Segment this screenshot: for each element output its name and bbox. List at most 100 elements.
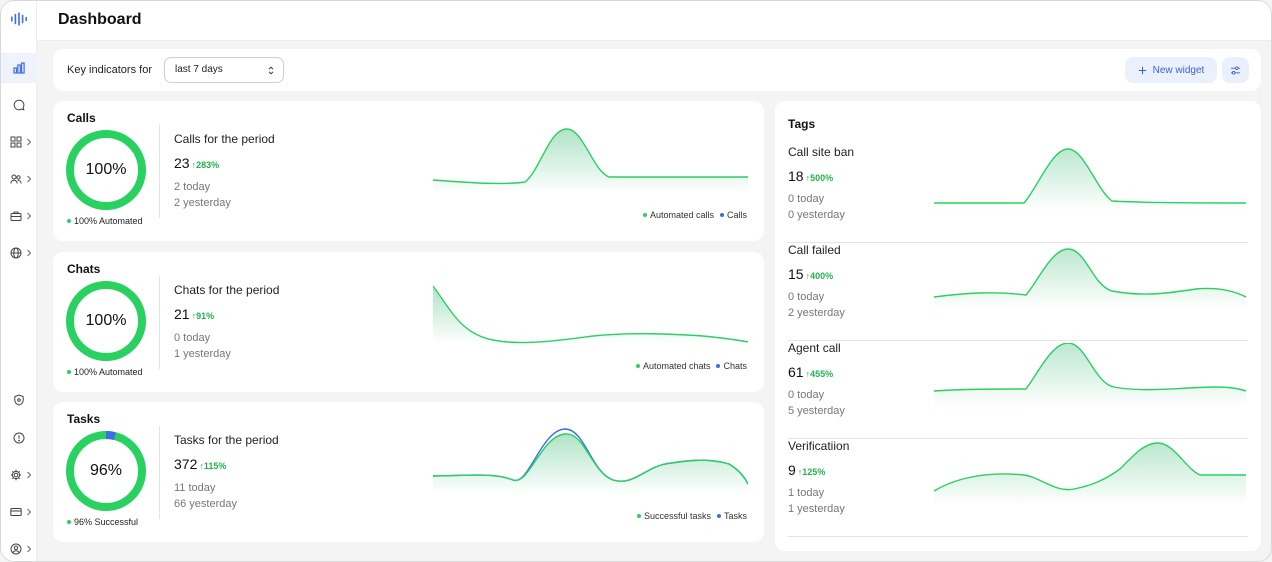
tags-title: Tags xyxy=(788,117,816,131)
new-widget-button[interactable]: New widget xyxy=(1125,57,1217,83)
divider xyxy=(159,426,160,519)
metric-card-calls: Calls 100% 100% Automated Calls for the per… xyxy=(53,101,764,241)
change-value: 455% xyxy=(810,369,834,379)
change-value: 283% xyxy=(196,160,220,170)
legend-item: Automated chats xyxy=(635,361,711,371)
change-value: 500% xyxy=(810,173,834,183)
divider xyxy=(159,125,160,218)
nav-help[interactable] xyxy=(1,423,37,453)
period-label: Chats for the period xyxy=(174,283,280,297)
trend-area xyxy=(433,433,748,494)
new-widget-label: New widget xyxy=(1152,64,1205,76)
legend-dot xyxy=(716,363,721,368)
card-title: Chats xyxy=(67,262,101,276)
legend-dot xyxy=(642,212,647,217)
nav-profile[interactable] xyxy=(1,534,37,561)
tag-trend-chart xyxy=(934,343,1246,407)
tag-name: Agent call xyxy=(788,341,841,355)
nav-billing[interactable] xyxy=(1,497,37,527)
tag-trend-chart xyxy=(934,148,1246,211)
change-percent: ↑400% xyxy=(806,271,834,281)
trend-chart xyxy=(433,428,748,494)
today-count: 2 today xyxy=(174,181,211,193)
change-value: 125% xyxy=(802,467,826,477)
period-count: 23 ↑283% xyxy=(174,155,219,171)
today-count: 11 today xyxy=(174,482,216,494)
ring-caption-text: 100% Automated xyxy=(74,367,143,377)
metric-card-tasks: Tasks 96% 96% Successful Tasks for the peri… xyxy=(53,402,764,542)
ring-caption: 100% Automated xyxy=(67,216,143,226)
legend-dot xyxy=(67,218,71,223)
chart-legend: Successful tasks Tasks xyxy=(636,511,747,521)
period-select[interactable]: last 7 days xyxy=(164,57,284,83)
tag-name: Call failed xyxy=(788,243,841,257)
legend-item: Chats xyxy=(716,361,747,371)
ring-value: 96% xyxy=(89,462,123,479)
nav-business[interactable] xyxy=(1,201,37,231)
change-percent: ↑125% xyxy=(798,467,826,477)
tag-item: Call site ban 18 ↑500% 0 today 0 yesterday xyxy=(788,145,1248,243)
nav-dashboard[interactable] xyxy=(1,53,37,83)
chart-legend: Automated calls Calls xyxy=(642,210,747,220)
tag-name: Verificatiion xyxy=(788,439,850,453)
trend-line-automated xyxy=(433,285,748,344)
plus-icon xyxy=(1138,66,1146,74)
ring-caption: 100% Automated xyxy=(67,367,143,377)
ring-caption-text: 100% Automated xyxy=(74,216,143,226)
chat-bubble-icon xyxy=(13,99,25,111)
ring-value: 100% xyxy=(85,312,127,329)
nav-users[interactable] xyxy=(1,164,37,194)
legend-item: Calls xyxy=(719,210,747,220)
nav-chats[interactable] xyxy=(1,90,37,120)
tag-trend-chart xyxy=(934,442,1246,505)
tag-count: 9 ↑125% xyxy=(788,462,825,478)
tag-trend-chart xyxy=(934,248,1246,309)
credit-card-icon xyxy=(10,508,22,516)
tag-item: Verificatiion 9 ↑125% 1 today 1 yesterday xyxy=(788,439,1248,537)
period-label: Tasks for the period xyxy=(174,433,279,447)
legend-item: Tasks xyxy=(716,511,747,521)
filter-bar: Key indicators for last 7 days New widge… xyxy=(53,49,1261,91)
legend-label: Automated chats xyxy=(642,361,711,371)
globe-icon xyxy=(10,247,22,259)
legend-label: Successful tasks xyxy=(643,511,711,521)
nav-settings[interactable] xyxy=(1,460,37,490)
bar-chart-icon xyxy=(13,62,25,74)
yesterday-count: 5 yesterday xyxy=(788,405,845,417)
app-logo[interactable] xyxy=(1,4,37,34)
grid-icon xyxy=(10,136,22,148)
app-window: Dashboard Key indicators for last 7 days… xyxy=(0,0,1272,562)
legend-label: Calls xyxy=(726,210,747,220)
legend-dot xyxy=(67,369,71,374)
tags-card: Tags Call site ban 18 ↑500% 0 today 0 yester… xyxy=(775,101,1261,551)
filter-settings-button[interactable] xyxy=(1222,57,1249,83)
chevron-right-icon xyxy=(27,175,32,183)
period-select-value: last 7 days xyxy=(175,64,223,75)
count-value: 21 xyxy=(174,306,190,322)
yesterday-count: 0 yesterday xyxy=(788,209,845,221)
change-percent: ↑500% xyxy=(806,173,834,183)
today-count: 0 today xyxy=(174,332,211,344)
change-percent: ↑455% xyxy=(806,369,834,379)
tag-count: 15 ↑400% xyxy=(788,266,833,282)
trend-area xyxy=(934,149,1246,211)
count-value: 9 xyxy=(788,462,796,478)
legend-item: Automated calls xyxy=(642,210,714,220)
sidebar xyxy=(1,1,37,561)
gear-icon xyxy=(10,469,22,481)
tag-name: Call site ban xyxy=(788,145,855,159)
legend-dot xyxy=(719,212,724,217)
tag-count: 61 ↑455% xyxy=(788,364,833,380)
trend-area xyxy=(934,343,1246,407)
nav-apps[interactable] xyxy=(1,127,37,157)
nav-integrations[interactable] xyxy=(1,238,37,268)
change-value: 115% xyxy=(203,461,227,471)
metric-card-chats: Chats 100% 100% Automated Chats for the per… xyxy=(53,252,764,392)
chevron-right-icon xyxy=(27,545,32,553)
legend-label: Automated calls xyxy=(649,210,714,220)
chevron-right-icon xyxy=(27,212,32,220)
trend-chart xyxy=(433,285,748,344)
nav-security[interactable] xyxy=(1,385,37,415)
today-count: 1 today xyxy=(788,487,825,499)
top-bar: Dashboard xyxy=(37,1,1271,41)
